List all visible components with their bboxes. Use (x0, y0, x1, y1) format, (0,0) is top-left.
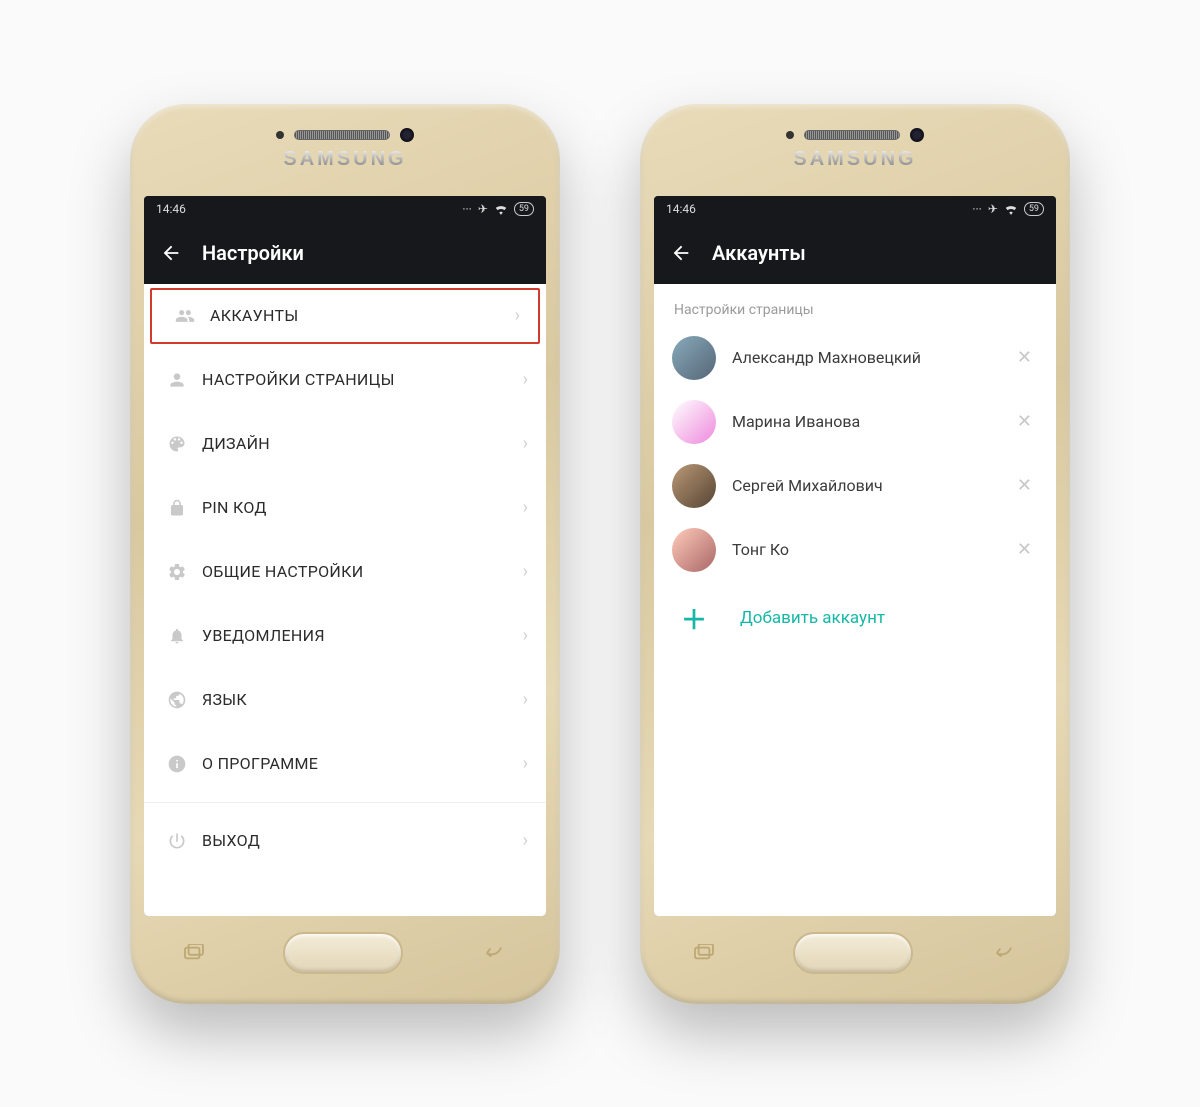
settings-item-language[interactable]: ЯЗЫК › (144, 668, 546, 732)
settings-item-label: ДИЗАЙН (202, 434, 523, 453)
battery-indicator: 59 (514, 202, 534, 216)
wifi-icon (1004, 203, 1018, 215)
account-row[interactable]: Александр Махновецкий ✕ (654, 326, 1056, 390)
back-button[interactable] (160, 242, 182, 264)
account-row[interactable]: Тонг Ко ✕ (654, 518, 1056, 582)
settings-item-pin[interactable]: PIN КОД › (144, 476, 546, 540)
account-name: Марина Иванова (732, 412, 995, 431)
phone-top-bezel: SAMSUNG (144, 118, 546, 196)
more-icon: ··· (972, 202, 981, 216)
chevron-right-icon: › (523, 625, 528, 646)
settings-item-label: ЯЗЫК (202, 690, 523, 709)
chevron-right-icon: › (523, 497, 528, 518)
settings-item-page[interactable]: НАСТРОЙКИ СТРАНИЦЫ › (144, 348, 546, 412)
recents-button[interactable] (183, 944, 205, 962)
add-account-label: Добавить аккаунт (740, 608, 885, 628)
settings-item-label: УВЕДОМЛЕНИЯ (202, 626, 523, 645)
settings-item-label: АККАУНТЫ (210, 306, 515, 325)
section-header: Настройки страницы (654, 284, 1056, 326)
back-nav-button[interactable] (991, 944, 1017, 962)
settings-item-label: ОБЩИЕ НАСТРОЙКИ (202, 562, 523, 581)
account-row[interactable]: Сергей Михайлович ✕ (654, 454, 1056, 518)
chevron-right-icon: › (515, 305, 520, 326)
avatar (672, 464, 716, 508)
device-brand: SAMSUNG (793, 148, 916, 171)
back-button[interactable] (670, 242, 692, 264)
lock-icon (162, 498, 192, 518)
speaker-grille (294, 130, 390, 140)
settings-item-design[interactable]: ДИЗАЙН › (144, 412, 546, 476)
palette-icon (162, 434, 192, 454)
settings-item-label: ВЫХОД (202, 831, 523, 850)
back-nav-button[interactable] (481, 944, 507, 962)
status-time: 14:46 (156, 202, 186, 216)
front-camera (910, 128, 924, 142)
app-bar: Настройки (144, 222, 546, 284)
settings-item-logout[interactable]: ВЫХОД › (144, 809, 546, 873)
home-button[interactable] (793, 932, 913, 974)
avatar (672, 336, 716, 380)
account-row[interactable]: Марина Иванова ✕ (654, 390, 1056, 454)
speaker-grille (804, 130, 900, 140)
settings-item-general[interactable]: ОБЩИЕ НАСТРОЙКИ › (144, 540, 546, 604)
recents-button[interactable] (693, 944, 715, 962)
person-icon (162, 370, 192, 390)
battery-indicator: 59 (1024, 202, 1044, 216)
settings-item-notifications[interactable]: УВЕДОМЛЕНИЯ › (144, 604, 546, 668)
airplane-icon: ✈ (478, 202, 488, 216)
plus-icon: ＋ (672, 600, 716, 637)
remove-account-button[interactable]: ✕ (1011, 533, 1038, 566)
phone-top-bezel: SAMSUNG (654, 118, 1056, 196)
status-time: 14:46 (666, 202, 696, 216)
globe-icon (162, 690, 192, 710)
chevron-right-icon: › (523, 369, 528, 390)
info-icon (162, 754, 192, 774)
chevron-right-icon: › (523, 753, 528, 774)
add-account-button[interactable]: ＋ Добавить аккаунт (654, 582, 1056, 655)
people-icon (170, 306, 200, 326)
chevron-right-icon: › (523, 433, 528, 454)
remove-account-button[interactable]: ✕ (1011, 341, 1038, 374)
sensor-dot (276, 131, 284, 139)
home-button[interactable] (283, 932, 403, 974)
remove-account-button[interactable]: ✕ (1011, 405, 1038, 438)
airplane-icon: ✈ (988, 202, 998, 216)
power-icon (162, 831, 192, 851)
avatar (672, 528, 716, 572)
divider (144, 802, 546, 803)
account-name: Александр Махновецкий (732, 348, 995, 367)
status-bar: 14:46 ··· ✈ 59 (654, 196, 1056, 222)
settings-item-about[interactable]: О ПРОГРАММЕ › (144, 732, 546, 796)
app-bar-title: Настройки (202, 241, 304, 265)
account-name: Сергей Михайлович (732, 476, 995, 495)
android-nav-bar (654, 916, 1056, 990)
front-camera (400, 128, 414, 142)
settings-item-accounts[interactable]: АККАУНТЫ › (150, 288, 540, 344)
app-bar: Аккаунты (654, 222, 1056, 284)
bell-icon (162, 626, 192, 646)
settings-list: АККАУНТЫ › НАСТРОЙКИ СТРАНИЦЫ › ДИЗАЙН › (144, 284, 546, 916)
app-bar-title: Аккаунты (712, 241, 806, 265)
sensor-dot (786, 131, 794, 139)
gear-icon (162, 562, 192, 582)
settings-item-label: О ПРОГРАММЕ (202, 754, 523, 773)
settings-item-label: PIN КОД (202, 498, 523, 517)
accounts-list: Настройки страницы Александр Махновецкий… (654, 284, 1056, 916)
status-bar: 14:46 ··· ✈ 59 (144, 196, 546, 222)
wifi-icon (494, 203, 508, 215)
account-name: Тонг Ко (732, 540, 995, 559)
screen-1: 14:46 ··· ✈ 59 Настройки АККАУНТЫ (144, 196, 546, 916)
chevron-right-icon: › (523, 561, 528, 582)
settings-item-label: НАСТРОЙКИ СТРАНИЦЫ (202, 370, 523, 389)
remove-account-button[interactable]: ✕ (1011, 469, 1038, 502)
more-icon: ··· (462, 202, 471, 216)
chevron-right-icon: › (523, 689, 528, 710)
android-nav-bar (144, 916, 546, 990)
phone-mockup-1: SAMSUNG 14:46 ··· ✈ 59 Настройки (130, 104, 560, 1004)
phone-mockup-2: SAMSUNG 14:46 ··· ✈ 59 Аккаунты Настройк… (640, 104, 1070, 1004)
avatar (672, 400, 716, 444)
screen-2: 14:46 ··· ✈ 59 Аккаунты Настройки страни… (654, 196, 1056, 916)
device-brand: SAMSUNG (283, 148, 406, 171)
chevron-right-icon: › (523, 830, 528, 851)
